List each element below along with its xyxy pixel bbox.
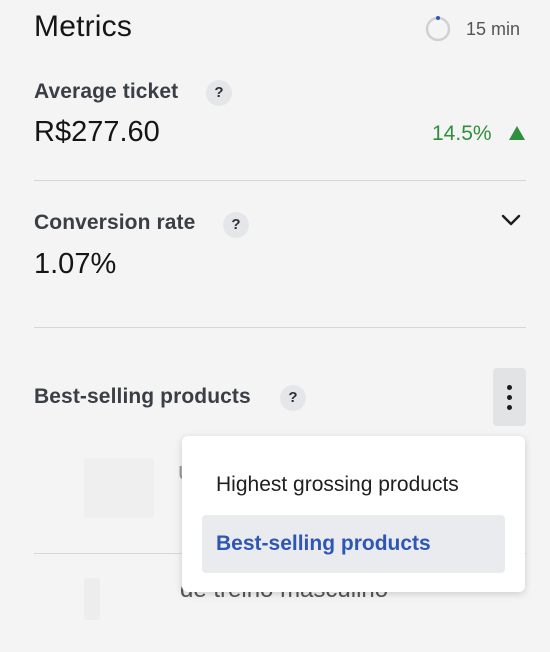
kebab-dot	[507, 404, 512, 410]
refresh-interval-label: 15 min	[466, 19, 521, 39]
refresh-timer-icon	[425, 16, 451, 42]
more-options-button[interactable]	[493, 368, 526, 426]
trend-up-icon	[509, 126, 525, 140]
page-title: Metrics	[34, 10, 133, 43]
divider	[34, 180, 526, 181]
conversion-rate-value: 1.07%	[34, 248, 117, 280]
average-ticket-help-icon[interactable]: ?	[206, 80, 232, 106]
conversion-rate-label: Conversion rate	[34, 211, 196, 234]
best-selling-label: Best-selling products	[34, 385, 251, 408]
kebab-dot	[507, 384, 512, 390]
conversion-rate-help-icon[interactable]: ?	[223, 212, 249, 238]
average-ticket-label: Average ticket	[34, 80, 179, 103]
product-thumbnail	[84, 578, 100, 620]
chevron-down-icon[interactable]	[500, 212, 522, 228]
kebab-dot	[507, 394, 512, 400]
sort-options-menu: Highest grossing products Best-selling p…	[182, 436, 525, 592]
menu-item-highest-grossing[interactable]: Highest grossing products	[202, 456, 505, 514]
menu-item-best-selling[interactable]: Best-selling products	[202, 515, 505, 573]
product-thumbnail	[84, 458, 154, 518]
best-selling-help-icon[interactable]: ?	[280, 385, 306, 411]
average-ticket-value: R$277.60	[34, 116, 160, 148]
average-ticket-delta: 14.5%	[432, 122, 492, 145]
divider	[34, 327, 526, 328]
